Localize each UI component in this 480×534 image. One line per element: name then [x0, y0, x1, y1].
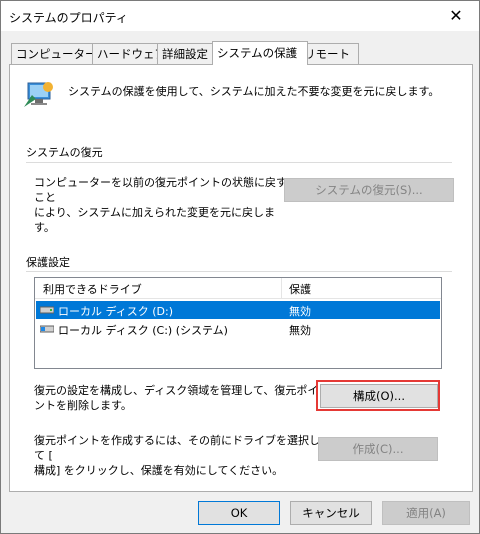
tab-computer-name[interactable]: コンピューター名	[11, 43, 108, 64]
system-protection-icon	[24, 82, 53, 107]
restore-divider	[26, 162, 452, 163]
intro-text: システムの保護を使用して、システムに加えた不要な変更を元に戻します。	[68, 85, 440, 98]
cancel-button[interactable]: キャンセル	[290, 501, 372, 525]
protection-divider	[26, 271, 452, 272]
list-header: 利用できるドライブ 保護	[35, 278, 441, 299]
drive-icon	[40, 306, 54, 314]
tab-hardware[interactable]: ハードウェア	[92, 43, 166, 64]
tab-system-protection[interactable]: システムの保護	[212, 41, 308, 65]
window-title: システムのプロパティ	[9, 11, 128, 25]
title-bar: システムのプロパティ ✕	[1, 1, 479, 31]
drive-name: ローカル ディスク (C:) (システム)	[58, 324, 228, 337]
tab-panel: システムの保護を使用して、システムに加えた不要な変更を元に戻します。 システムの…	[9, 64, 473, 492]
create-description: 復元ポイントを作成するには、その前にドライブを選択して [ 構成] をクリックし…	[34, 434, 320, 477]
close-icon[interactable]: ✕	[433, 1, 479, 31]
drive-row-c[interactable]: ローカル ディスク (C:) (システム) 無効	[36, 320, 440, 338]
restore-group-title: システムの復元	[26, 146, 103, 159]
system-properties-window: システムのプロパティ ✕ コンピューター名 ハードウェア 詳細設定 システムの保…	[0, 0, 480, 534]
drive-status: 無効	[289, 305, 311, 318]
system-drive-icon	[40, 325, 54, 333]
protection-group-title: 保護設定	[26, 256, 70, 269]
drive-row-d[interactable]: ローカル ディスク (D:) 無効	[36, 301, 440, 319]
system-restore-button[interactable]: システムの復元(S)...	[284, 178, 454, 202]
create-button[interactable]: 作成(C)...	[318, 437, 438, 461]
column-separator	[281, 278, 282, 298]
drive-name: ローカル ディスク (D:)	[58, 305, 173, 318]
configure-description: 復元の設定を構成し、ディスク領域を管理して、復元ポイ ントを削除します。	[34, 384, 319, 412]
apply-button[interactable]: 適用(A)	[382, 501, 470, 525]
drive-status: 無効	[289, 324, 311, 337]
drive-list[interactable]: 利用できるドライブ 保護 ローカル ディスク (D:) 無効 ローカル ディスク…	[34, 277, 442, 369]
configure-button[interactable]: 構成(O)...	[320, 384, 438, 408]
column-protection[interactable]: 保護	[289, 281, 311, 297]
tab-remote[interactable]: リモート	[299, 43, 359, 64]
ok-button[interactable]: OK	[198, 501, 280, 525]
restore-description: コンピューターを以前の復元ポイントの状態に戻すこと により、システムに加えられた…	[34, 176, 287, 234]
column-drive[interactable]: 利用できるドライブ	[43, 281, 142, 297]
